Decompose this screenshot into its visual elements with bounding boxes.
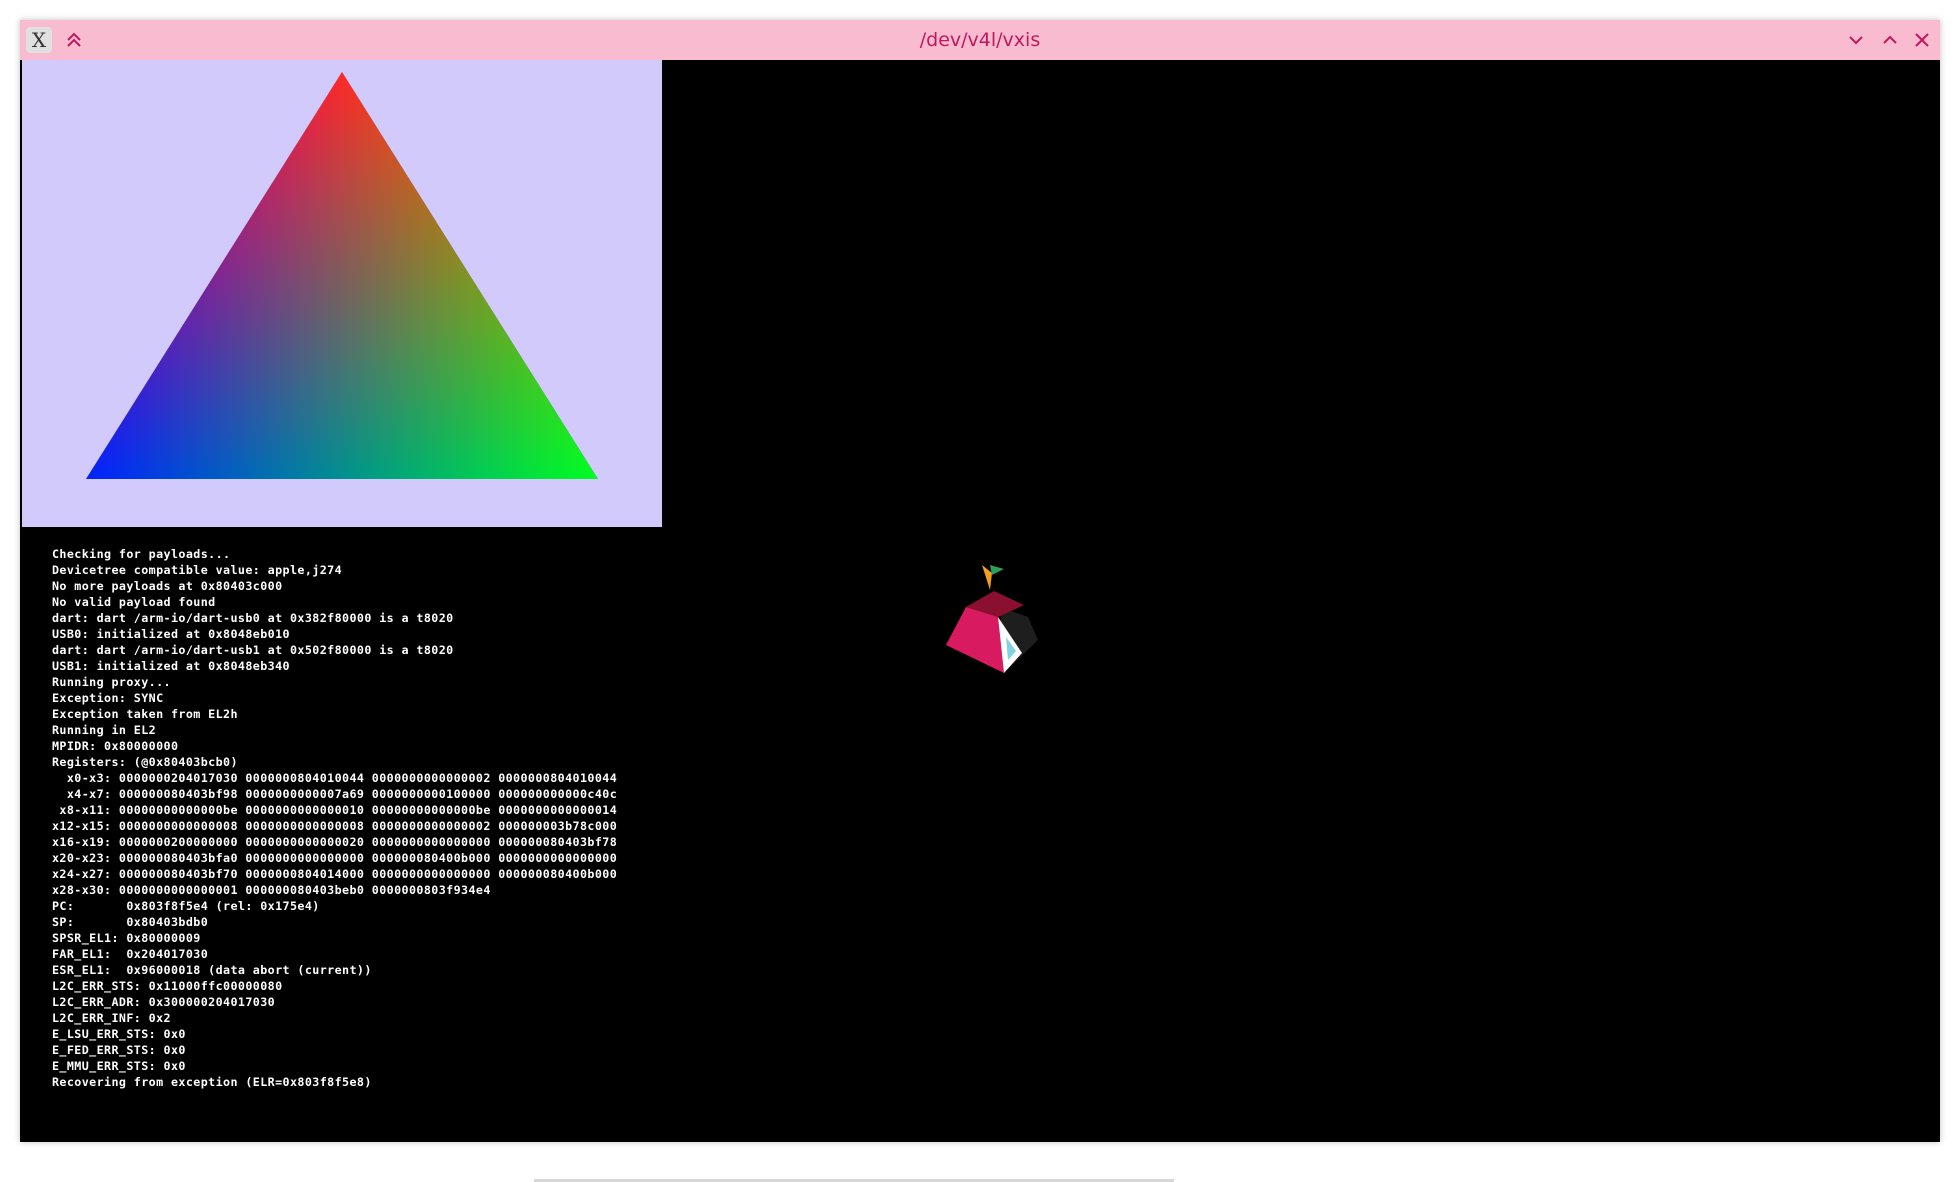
console-line: L2C_ERR_STS: 0x11000ffc00000080 <box>52 979 283 993</box>
minimize-button[interactable] <box>1844 28 1868 52</box>
console-line: x0-x3: 0000000204017030 0000000804010044… <box>52 771 618 785</box>
console-line: E_MMU_ERR_STS: 0x0 <box>52 1059 186 1073</box>
console-line: MPIDR: 0x80000000 <box>52 739 179 753</box>
console-line: Devicetree compatible value: apple,j274 <box>52 563 343 577</box>
gl-render-panel <box>22 60 662 527</box>
console-line: L2C_ERR_ADR: 0x300000204017030 <box>52 995 276 1009</box>
titlebar[interactable]: X /dev/v4l/vxis <box>20 20 1940 60</box>
close-icon <box>1915 33 1929 47</box>
console-line: SP: 0x80403bdb0 <box>52 915 209 929</box>
console-line: USB0: initialized at 0x8048eb010 <box>52 627 290 641</box>
console-line: ESR_EL1: 0x96000018 (data abort (current… <box>52 963 372 977</box>
console-line: x20-x23: 000000080403bfa0 00000000000000… <box>52 851 618 865</box>
console-line: x24-x27: 000000080403bf70 00000008040140… <box>52 867 618 881</box>
console-line: PC: 0x803f8f5e4 (rel: 0x175e4) <box>52 899 320 913</box>
console-line: dart: dart /arm-io/dart-usb1 at 0x502f80… <box>52 643 454 657</box>
console-line: E_FED_ERR_STS: 0x0 <box>52 1043 186 1057</box>
console-line: Registers: (@0x80403bcb0) <box>52 755 238 769</box>
console-line: x4-x7: 000000080403bf98 0000000000007a69… <box>52 787 618 801</box>
console-line: USB1: initialized at 0x8048eb340 <box>52 659 290 673</box>
app-window: X /dev/v4l/vxis Checking for payloads...… <box>20 20 1940 1182</box>
console-line: x16-x19: 0000000200000000 00000000000000… <box>52 835 618 849</box>
console-line: x28-x30: 0000000000000001 000000080403be… <box>52 883 491 897</box>
console-line: Exception taken from EL2h <box>52 707 238 721</box>
console-line: FAR_EL1: 0x204017030 <box>52 947 209 961</box>
console-line: E_LSU_ERR_STS: 0x0 <box>52 1027 186 1041</box>
chevron-down-icon <box>1849 36 1863 45</box>
console-line: Exception: SYNC <box>52 691 164 705</box>
console-line: x8-x11: 00000000000000be 000000000000001… <box>52 803 618 817</box>
console-output: Checking for payloads... Devicetree compa… <box>52 546 617 1090</box>
console-line: SPSR_EL1: 0x80000009 <box>52 931 201 945</box>
console-line: L2C_ERR_INF: 0x2 <box>52 1011 171 1025</box>
keep-above-button[interactable] <box>62 28 86 52</box>
console-line: Recovering from exception (ELR=0x803f8f5… <box>52 1075 372 1089</box>
video-frame: Checking for payloads... Devicetree compa… <box>20 60 1940 1182</box>
rgb-triangle <box>86 72 598 479</box>
maximize-button[interactable] <box>1878 28 1902 52</box>
double-chevron-up-icon <box>67 32 81 47</box>
console-line: Running in EL2 <box>52 723 157 737</box>
console-line: dart: dart /arm-io/dart-usb0 at 0x382f80… <box>52 611 454 625</box>
window-title: /dev/v4l/vxis <box>919 29 1041 51</box>
app-icon[interactable]: X <box>26 27 52 53</box>
console-line: No more payloads at 0x80403c000 <box>52 579 283 593</box>
console-line: x12-x15: 0000000000000008 00000000000000… <box>52 819 618 833</box>
console-line: Running proxy... <box>52 675 171 689</box>
asahi-linux-logo-icon <box>920 545 1060 699</box>
console-line: No valid payload found <box>52 595 216 609</box>
close-button[interactable] <box>1910 28 1934 52</box>
chevron-up-icon <box>1883 35 1897 44</box>
console-line: Checking for payloads... <box>52 547 231 561</box>
